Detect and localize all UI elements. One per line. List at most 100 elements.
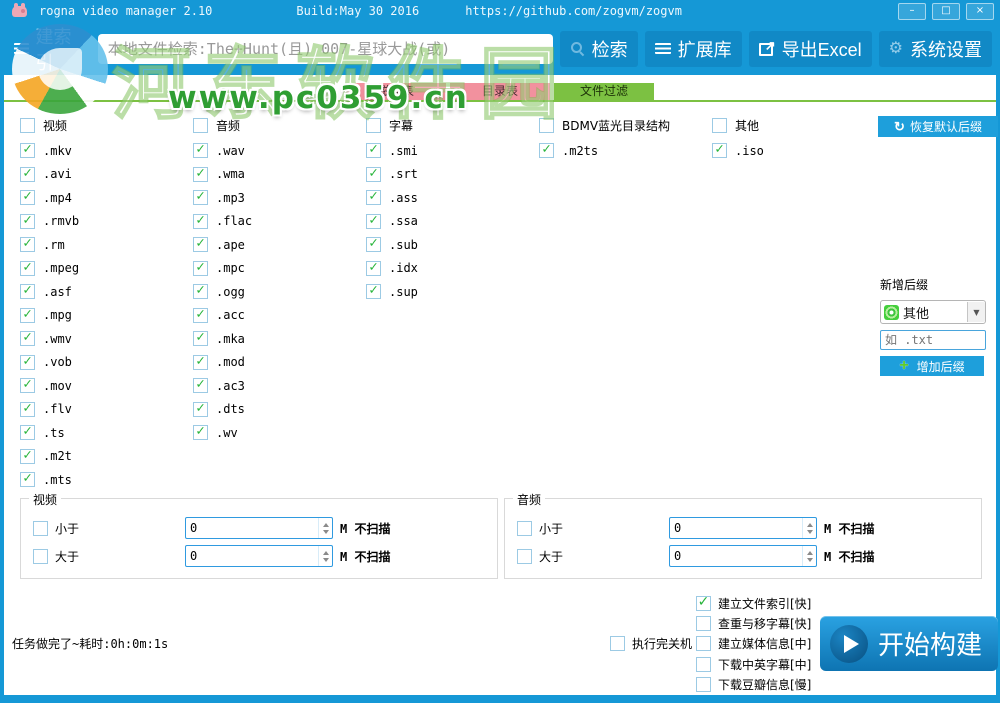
start-build-button[interactable]: 开始构建 bbox=[820, 616, 998, 671]
build-index-button[interactable]: 建索引 bbox=[8, 19, 94, 79]
size-filter-checkbox[interactable] bbox=[33, 549, 48, 564]
extension-checkbox[interactable] bbox=[366, 143, 381, 158]
maximize-button[interactable]: □ bbox=[932, 3, 960, 20]
extension-checkbox[interactable] bbox=[366, 284, 381, 299]
extension-checkbox[interactable] bbox=[20, 378, 35, 393]
tab-1[interactable]: 磁盘表 bbox=[346, 83, 446, 100]
extension-checkbox[interactable] bbox=[20, 308, 35, 323]
extension-checkbox[interactable] bbox=[366, 261, 381, 276]
chevron-down-icon[interactable]: ▼ bbox=[967, 302, 985, 322]
task-checkbox[interactable] bbox=[696, 616, 711, 631]
extension-checkbox[interactable] bbox=[193, 284, 208, 299]
add-suffix-button[interactable]: + 增加后缀 bbox=[880, 356, 984, 376]
task-checkbox[interactable] bbox=[696, 596, 711, 611]
extension-row: .m2t bbox=[20, 445, 193, 469]
spinner-up-icon[interactable] bbox=[807, 551, 813, 555]
task-option[interactable]: 下载豆瓣信息[慢] bbox=[696, 675, 811, 695]
extension-checkbox[interactable] bbox=[20, 472, 35, 487]
extension-checkbox[interactable] bbox=[193, 143, 208, 158]
extension-checkbox[interactable] bbox=[20, 425, 35, 440]
system-settings-button[interactable]: ⚙ 系统设置 bbox=[879, 31, 992, 67]
extension-checkbox[interactable] bbox=[193, 425, 208, 440]
tab-3[interactable]: 文件过滤 bbox=[554, 83, 654, 100]
restore-default-suffix-button[interactable]: ↻ 恢复默认后缀 bbox=[878, 116, 998, 137]
export-excel-button[interactable]: ↗ 导出Excel bbox=[749, 31, 872, 67]
column-select-checkbox[interactable] bbox=[193, 118, 208, 133]
task-checkbox[interactable] bbox=[696, 657, 711, 672]
column-select-checkbox[interactable] bbox=[712, 118, 727, 133]
column-select-checkbox[interactable] bbox=[20, 118, 35, 133]
minimize-button[interactable]: – bbox=[898, 3, 926, 20]
spinner-down-icon[interactable] bbox=[807, 558, 813, 562]
spinner-down-icon[interactable] bbox=[323, 558, 329, 562]
extension-checkbox[interactable] bbox=[193, 214, 208, 229]
extension-checkbox[interactable] bbox=[20, 402, 35, 417]
extension-checkbox[interactable] bbox=[20, 143, 35, 158]
extension-checkbox[interactable] bbox=[366, 214, 381, 229]
task-checkbox[interactable] bbox=[696, 677, 711, 692]
task-option[interactable]: 建立媒体信息[中] bbox=[696, 634, 811, 654]
extension-checkbox[interactable] bbox=[366, 190, 381, 205]
extension-checkbox[interactable] bbox=[20, 214, 35, 229]
new-suffix-input[interactable] bbox=[880, 330, 986, 350]
size-filter-checkbox[interactable] bbox=[33, 521, 48, 536]
extension-checkbox[interactable] bbox=[193, 237, 208, 252]
extension-checkbox[interactable] bbox=[20, 449, 35, 464]
extension-checkbox[interactable] bbox=[20, 261, 35, 276]
column-select-checkbox[interactable] bbox=[366, 118, 381, 133]
size-filter-label: 大于 bbox=[539, 548, 669, 565]
task-option[interactable]: 下载中英字幕[中] bbox=[696, 654, 811, 674]
extension-checkbox[interactable] bbox=[20, 284, 35, 299]
plus-icon: + bbox=[899, 358, 908, 374]
spinner-up-icon[interactable] bbox=[323, 523, 329, 527]
close-button[interactable]: × bbox=[966, 3, 994, 20]
task-label: 下载豆瓣信息[慢] bbox=[718, 676, 811, 693]
spinner-up-icon[interactable] bbox=[807, 523, 813, 527]
tab-2[interactable]: 目录表 bbox=[450, 83, 550, 100]
extension-checkbox[interactable] bbox=[20, 331, 35, 346]
extension-row: .mts bbox=[20, 468, 193, 492]
extension-checkbox[interactable] bbox=[193, 261, 208, 276]
extension-checkbox[interactable] bbox=[20, 167, 35, 182]
size-value-input[interactable] bbox=[186, 518, 318, 538]
main-toolbar: 建索引 检索 扩展库 ↗ 导出Excel ⚙ 系统设置 bbox=[0, 22, 1000, 75]
task-option[interactable]: 查重与移字幕[快] bbox=[696, 613, 811, 633]
task-checkbox[interactable] bbox=[696, 636, 711, 651]
extension-checkbox[interactable] bbox=[193, 331, 208, 346]
extension-checkbox[interactable] bbox=[193, 378, 208, 393]
extension-library-button[interactable]: 扩展库 bbox=[645, 31, 742, 67]
status-text: 任务做完了~耗时:0h:0m:1s bbox=[12, 635, 168, 652]
spinner-down-icon[interactable] bbox=[807, 530, 813, 534]
shutdown-checkbox[interactable] bbox=[610, 636, 625, 651]
spinner-up-icon[interactable] bbox=[323, 551, 329, 555]
size-filter-checkbox[interactable] bbox=[517, 521, 532, 536]
suffix-category-dropdown[interactable]: 其他 ▼ bbox=[880, 300, 986, 324]
extension-checkbox[interactable] bbox=[20, 355, 35, 370]
size-filter-label: 小于 bbox=[55, 520, 185, 537]
extension-label: .ssa bbox=[389, 214, 418, 228]
size-value-input[interactable] bbox=[670, 546, 802, 566]
extension-checkbox[interactable] bbox=[193, 402, 208, 417]
search-input[interactable] bbox=[98, 34, 553, 64]
task-option[interactable]: 建立文件索引[快] bbox=[696, 593, 811, 613]
size-filter-checkbox[interactable] bbox=[517, 549, 532, 564]
extension-checkbox[interactable] bbox=[539, 143, 554, 158]
extension-checkbox[interactable] bbox=[366, 167, 381, 182]
size-value-input[interactable] bbox=[186, 546, 318, 566]
extension-checkbox[interactable] bbox=[712, 143, 727, 158]
extension-checkbox[interactable] bbox=[20, 237, 35, 252]
extension-label: .ass bbox=[389, 191, 418, 205]
size-unit-label: M 不扫描 bbox=[340, 520, 390, 537]
spinner-down-icon[interactable] bbox=[323, 530, 329, 534]
shutdown-after-finish[interactable]: 执行完关机 bbox=[610, 635, 692, 652]
search-button[interactable]: 检索 bbox=[560, 31, 638, 67]
extension-row: .mp3 bbox=[193, 186, 366, 210]
extension-checkbox[interactable] bbox=[193, 308, 208, 323]
size-value-input[interactable] bbox=[670, 518, 802, 538]
extension-checkbox[interactable] bbox=[193, 355, 208, 370]
extension-checkbox[interactable] bbox=[193, 167, 208, 182]
extension-checkbox[interactable] bbox=[20, 190, 35, 205]
extension-checkbox[interactable] bbox=[193, 190, 208, 205]
extension-checkbox[interactable] bbox=[366, 237, 381, 252]
column-select-checkbox[interactable] bbox=[539, 118, 554, 133]
